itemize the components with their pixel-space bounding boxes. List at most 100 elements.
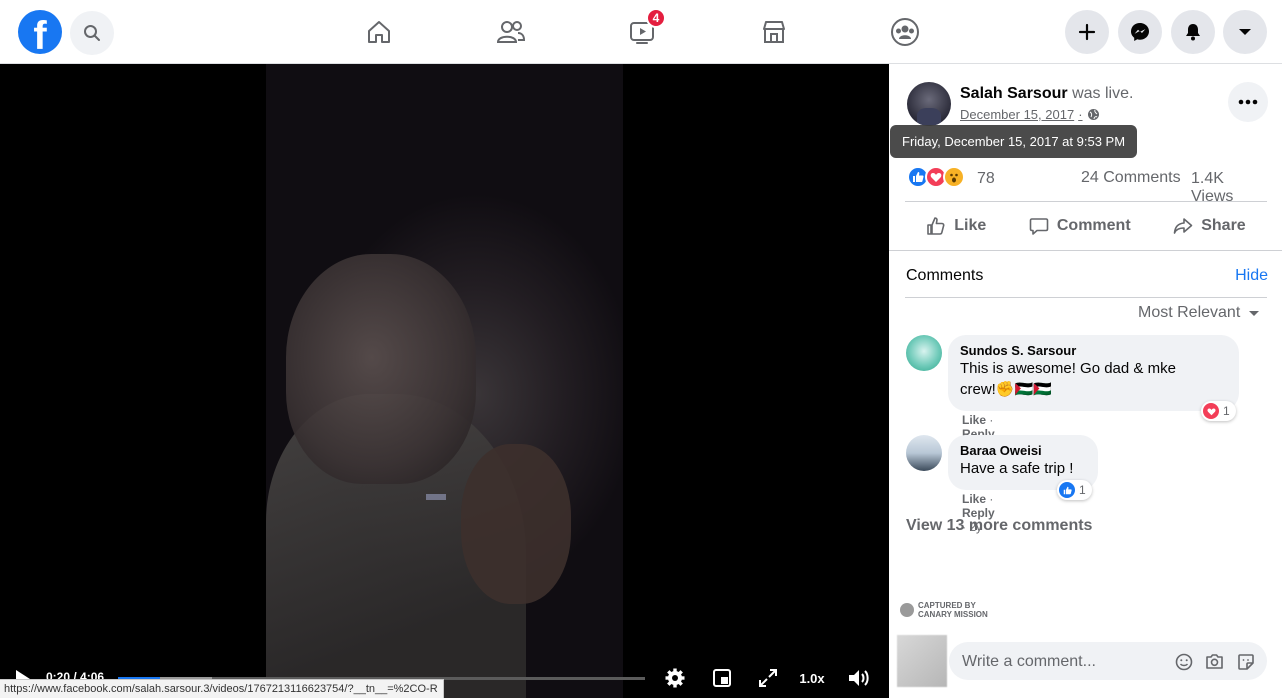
post-date[interactable]: December 15, 2017 · bbox=[960, 107, 1100, 122]
author-suffix: was live. bbox=[1072, 85, 1134, 102]
like-reaction-icon bbox=[1059, 482, 1075, 498]
reaction-icons[interactable] bbox=[907, 166, 965, 188]
camera-icon bbox=[1206, 654, 1223, 669]
browser-status-url: https://www.facebook.com/salah.sarsour.3… bbox=[0, 679, 444, 698]
date-separator: · bbox=[1078, 107, 1083, 122]
expand-icon bbox=[759, 669, 777, 687]
logo-letter: f bbox=[33, 14, 47, 54]
video-subject-head bbox=[286, 254, 476, 484]
comment-reactions[interactable]: 1 bbox=[1201, 401, 1236, 421]
groups-tab[interactable] bbox=[885, 12, 925, 52]
post-details-panel: Salah Sarsour was live. December 15, 201… bbox=[889, 64, 1282, 698]
watermark-line2: CANARY MISSION bbox=[918, 610, 988, 619]
capture-watermark: CAPTURED BY CANARY MISSION bbox=[900, 601, 988, 619]
caret-down-icon bbox=[1249, 311, 1260, 316]
caret-down-icon bbox=[1239, 29, 1251, 35]
bell-icon bbox=[1186, 24, 1200, 41]
watch-tab[interactable]: 4 bbox=[622, 8, 666, 52]
love-reaction-icon bbox=[1203, 403, 1219, 419]
divider bbox=[905, 201, 1267, 202]
comment-like-link[interactable]: Like bbox=[962, 413, 986, 427]
commenter-name[interactable]: Sundos S. Sarsour bbox=[960, 343, 1227, 358]
comment-bubble: Sundos S. Sarsour This is awesome! Go da… bbox=[948, 335, 1239, 411]
mini-player-button[interactable] bbox=[710, 666, 734, 690]
video-player[interactable]: 0:20 / 4:06 1.0x https://www.facebook.co… bbox=[0, 64, 889, 698]
watermark-line1: CAPTURED BY bbox=[918, 601, 976, 610]
video-light-glow bbox=[426, 494, 446, 500]
playback-speed-button[interactable]: 1.0x bbox=[797, 666, 827, 690]
notifications-button[interactable] bbox=[1171, 10, 1215, 54]
home-tab[interactable] bbox=[359, 12, 399, 52]
commenter-name[interactable]: Baraa Oweisi bbox=[960, 443, 1086, 458]
messenger-icon bbox=[1131, 23, 1149, 41]
author-name[interactable]: Salah Sarsour bbox=[960, 85, 1068, 102]
view-more-comments-link[interactable]: View 13 more comments bbox=[906, 517, 1092, 535]
settings-button[interactable] bbox=[663, 666, 687, 690]
create-button[interactable] bbox=[1065, 10, 1109, 54]
search-icon bbox=[84, 25, 100, 41]
globe-icon bbox=[1087, 109, 1099, 120]
comment-button[interactable]: Comment bbox=[1019, 210, 1141, 242]
author-avatar[interactable] bbox=[907, 82, 951, 126]
share-label: Share bbox=[1201, 217, 1246, 234]
watermark-logo-icon bbox=[900, 603, 914, 617]
post-author-line: Salah Sarsour was live. bbox=[960, 85, 1133, 103]
sticker-button[interactable] bbox=[1236, 652, 1255, 671]
comment-like-link[interactable]: Like bbox=[962, 492, 986, 506]
marketplace-tab[interactable] bbox=[754, 12, 794, 52]
plus-icon bbox=[1078, 23, 1096, 41]
comment-input[interactable]: Write a comment... bbox=[949, 642, 1267, 680]
friends-tab[interactable] bbox=[491, 12, 531, 52]
account-menu-button[interactable] bbox=[1223, 10, 1267, 54]
fullscreen-button[interactable] bbox=[756, 666, 780, 690]
comment-composer: Write a comment... bbox=[897, 634, 1274, 688]
comment-icon bbox=[1029, 218, 1049, 235]
composer-tools bbox=[1174, 652, 1255, 671]
more-horizontal-icon bbox=[1238, 99, 1258, 105]
watch-notification-badge: 4 bbox=[646, 8, 666, 28]
picture-in-picture-icon bbox=[713, 669, 731, 687]
comments-header: Comments Hide bbox=[889, 250, 1282, 298]
post-actions: Like Comment Share bbox=[905, 206, 1267, 246]
like-button[interactable]: Like bbox=[916, 210, 996, 242]
comment-text: This is awesome! Go dad & mke bbox=[960, 360, 1176, 377]
post-options-button[interactable] bbox=[1228, 82, 1268, 122]
commenter-avatar[interactable] bbox=[906, 335, 942, 371]
divider bbox=[905, 297, 1267, 298]
like-label: Like bbox=[954, 217, 987, 234]
comments-title: Comments bbox=[906, 267, 984, 284]
hide-comments-link[interactable]: Hide bbox=[1235, 267, 1268, 285]
commenter-avatar[interactable] bbox=[906, 435, 942, 471]
share-button[interactable]: Share bbox=[1163, 210, 1255, 242]
photo-button[interactable] bbox=[1205, 652, 1224, 671]
gear-icon bbox=[665, 668, 685, 688]
comments-count[interactable]: 24 Comments bbox=[1081, 169, 1181, 187]
groups-icon bbox=[891, 18, 919, 46]
comment-input-placeholder: Write a comment... bbox=[962, 653, 1096, 670]
current-user-avatar bbox=[897, 635, 947, 687]
reaction-count[interactable]: 78 bbox=[977, 170, 995, 188]
comment-reaction-count: 1 bbox=[1079, 483, 1086, 497]
date-tooltip: Friday, December 15, 2017 at 9:53 PM bbox=[890, 125, 1138, 158]
comment-text: crew!✊🇵🇸🇵🇸 bbox=[960, 381, 1052, 398]
video-frame bbox=[266, 64, 623, 698]
top-navigation-bar: f 4 bbox=[0, 0, 1282, 64]
comment-text: Have a safe trip ! bbox=[960, 460, 1074, 477]
facebook-logo[interactable]: f bbox=[18, 10, 62, 54]
messenger-button[interactable] bbox=[1118, 10, 1162, 54]
reactions-summary: 78 24 Comments 1.4K Views bbox=[907, 166, 1267, 205]
friends-icon bbox=[496, 21, 526, 43]
volume-button[interactable] bbox=[847, 666, 871, 690]
volume-icon bbox=[849, 670, 869, 686]
smiley-icon bbox=[1175, 653, 1192, 670]
emoji-button[interactable] bbox=[1174, 652, 1193, 671]
thumbs-up-icon bbox=[927, 217, 945, 235]
comment-sort-dropdown[interactable]: Most Relevant bbox=[1138, 304, 1260, 322]
comment-reactions[interactable]: 1 bbox=[1057, 480, 1092, 500]
marketplace-icon bbox=[763, 21, 785, 43]
home-icon bbox=[368, 21, 390, 43]
sort-label: Most Relevant bbox=[1138, 304, 1241, 321]
share-icon bbox=[1173, 218, 1193, 234]
search-button[interactable] bbox=[70, 11, 114, 55]
post-date-text[interactable]: December 15, 2017 bbox=[960, 107, 1074, 122]
